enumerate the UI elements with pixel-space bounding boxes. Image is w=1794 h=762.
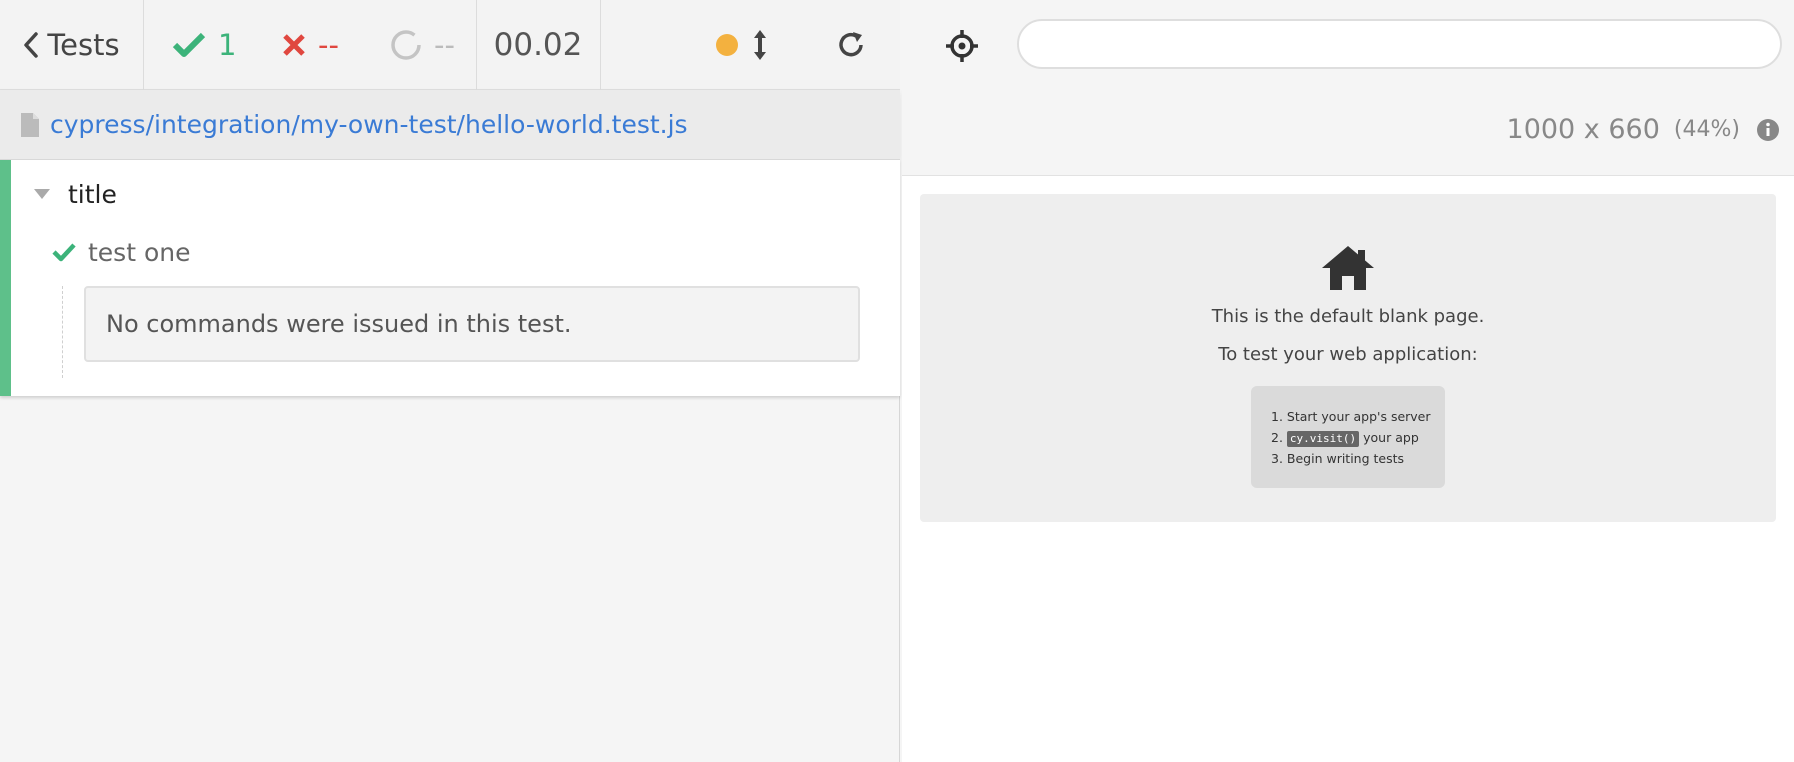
info-icon[interactable] [1756,118,1780,142]
check-icon [172,32,206,57]
no-commands-message: No commands were issued in this test. [84,286,860,362]
passed-count-value: 1 [218,28,237,62]
failed-count-value: -- [318,28,339,62]
instruction-step-text: your app [1363,430,1419,445]
aut-panel: 1000 x 660 (44%) This is the default bla… [902,0,1794,762]
viewport-scale: (44%) [1673,117,1740,142]
duration: 00.02 [493,27,583,63]
back-to-tests-label: Tests [47,28,120,62]
viewport-size: 1000 x 660 [1506,114,1660,145]
test-row[interactable]: test one [52,232,190,272]
viewport-info: 1000 x 660 (44%) [1507,114,1780,145]
test-title: test one [88,237,191,267]
reporter-panel: Tests 1 -- -- 00.02 cypress/integration/… [0,0,900,762]
file-icon [21,112,39,137]
chevron-left-icon [24,32,39,58]
instruction-step: 3. Begin writing tests [1271,451,1405,466]
instructions-list: 1. Start your app's server 2. cy.visit()… [1271,406,1431,469]
reload-icon [839,32,863,57]
caret-down-icon [34,189,50,199]
divider [143,0,144,90]
reload-button[interactable] [826,0,876,90]
crosshairs-icon [946,30,978,62]
passed-count: 1 [172,0,236,90]
back-to-tests-button[interactable]: Tests [0,0,143,90]
default-blank-page: This is the default blank page. To test … [920,194,1776,522]
url-input[interactable] [1017,19,1782,69]
blank-page-subheading: To test your web application: [1218,344,1478,365]
selector-playground-button[interactable] [942,26,982,66]
runnables-list: title test one No commands were issued i… [0,160,900,396]
auto-scroll-toggle[interactable] [716,0,768,90]
check-icon [52,243,76,262]
home-icon [1322,246,1374,290]
spinner-icon [391,30,421,60]
instruction-step: 1. Start your app's server [1271,409,1431,424]
spec-file-path-link[interactable]: cypress/integration/my-own-test/hello-wo… [50,110,688,139]
instructions-box: 1. Start your app's server 2. cy.visit()… [1251,386,1445,488]
cy-visit-code: cy.visit() [1286,431,1360,447]
spec-header: cypress/integration/my-own-test/hello-wo… [0,90,900,160]
suite-status-stripe [0,160,11,396]
divider [600,0,601,90]
blank-page-heading: This is the default blank page. [1211,306,1485,327]
instruction-step-number: 2. [1271,430,1283,445]
aut-header: 1000 x 660 (44%) [902,0,1794,176]
suite-title: title [68,179,117,209]
failed-count: -- [282,0,339,90]
command-tree-line [62,286,63,378]
instruction-step: 2. cy.visit() your app [1271,427,1431,448]
pending-count: -- [390,0,455,90]
suite-row[interactable]: title [34,174,117,214]
pending-count-value: -- [434,28,455,62]
arrows-vertical-icon [754,30,766,60]
auto-scroll-indicator-dot [716,34,738,56]
stats-bar: Tests 1 -- -- 00.02 [0,0,900,90]
x-icon [283,34,305,56]
